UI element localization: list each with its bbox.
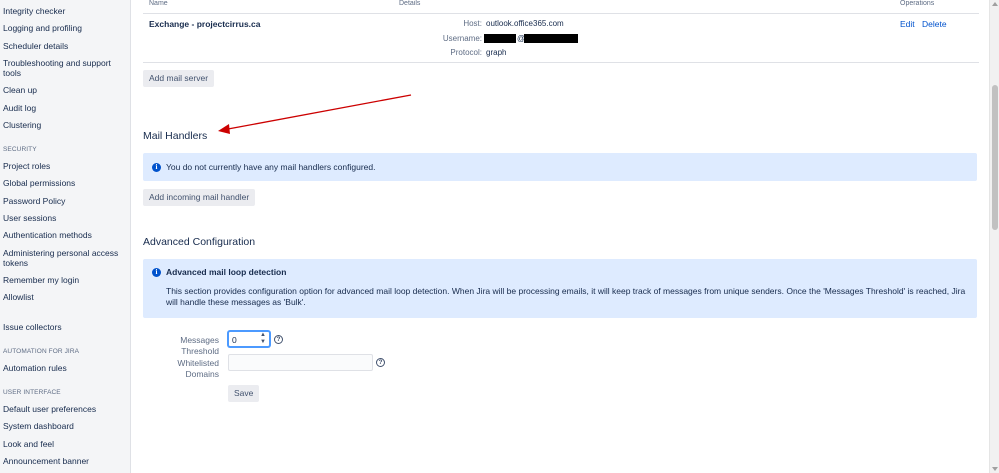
sidebar-heading-security: SECURITY <box>3 146 37 153</box>
sidebar-item-user-sessions[interactable]: User sessions <box>3 213 123 223</box>
page-scrollbar[interactable] <box>989 0 999 473</box>
admin-sidebar: Integrity checker Logging and profiling … <box>0 0 131 473</box>
stepper-arrows-icon[interactable]: ▲ ▼ <box>260 332 266 346</box>
sidebar-item-automation-rules[interactable]: Automation rules <box>3 363 123 373</box>
save-button[interactable]: Save <box>228 385 260 402</box>
info-icon: i <box>152 163 161 172</box>
sidebar-heading-user-interface: USER INTERFACE <box>3 389 61 396</box>
sidebar-item-clustering[interactable]: Clustering <box>3 120 123 130</box>
messages-threshold-stepper[interactable]: 0 ▲ ▼ <box>228 331 270 347</box>
sidebar-item-personal-access-tokens[interactable]: Administering personal access tokens <box>3 248 123 268</box>
sidebar-item-global-permissions[interactable]: Global permissions <box>3 178 123 188</box>
add-incoming-mail-handler-button[interactable]: Add incoming mail handler <box>143 189 256 206</box>
whitelisted-domains-label: Whitelisted Domains <box>177 358 219 379</box>
sidebar-item-integrity-checker[interactable]: Integrity checker <box>3 6 123 16</box>
mail-handlers-info-message: i You do not currently have any mail han… <box>143 153 977 181</box>
sidebar-item-troubleshooting[interactable]: Troubleshooting and support tools <box>3 58 123 78</box>
threshold-value: 0 <box>232 335 237 345</box>
edit-link[interactable]: Edit <box>900 19 915 29</box>
sidebar-item-default-user-preferences[interactable]: Default user preferences <box>3 404 123 414</box>
protocol-value: graph <box>486 48 507 57</box>
mail-loop-description: This section provides configuration opti… <box>166 286 966 307</box>
add-mail-server-button[interactable]: Add mail server <box>143 70 215 87</box>
host-value: outlook.office365.com <box>486 19 564 28</box>
sidebar-item-look-and-feel[interactable]: Look and feel <box>3 439 123 449</box>
scroll-up-icon[interactable] <box>992 2 998 6</box>
mail-loop-title: Advanced mail loop detection <box>166 267 287 277</box>
main-content: Name Details Operations Exchange - proje… <box>132 0 989 473</box>
mail-handlers-title: Mail Handlers <box>143 130 208 142</box>
sidebar-item-clean-up[interactable]: Clean up <box>3 85 123 95</box>
table-row-divider <box>143 62 979 63</box>
sidebar-item-scheduler-details[interactable]: Scheduler details <box>3 41 123 51</box>
sidebar-item-allowlist[interactable]: Allowlist <box>3 292 123 302</box>
sidebar-item-announcement-banner[interactable]: Announcement banner <box>3 456 123 466</box>
sidebar-item-remember-my-login[interactable]: Remember my login <box>3 275 123 285</box>
mail-loop-info-box: i Advanced mail loop detection This sect… <box>143 259 977 318</box>
info-message-text: You do not currently have any mail handl… <box>166 162 376 172</box>
scrollbar-thumb[interactable] <box>992 85 998 230</box>
redacted-username-part <box>484 34 516 43</box>
messages-threshold-label: Messages Threshold <box>180 335 219 356</box>
sidebar-item-logging-profiling[interactable]: Logging and profiling <box>3 23 123 33</box>
column-header-name: Name <box>149 0 168 7</box>
whitelisted-domains-input[interactable] <box>228 354 373 371</box>
delete-link[interactable]: Delete <box>922 19 947 29</box>
sidebar-item-issue-collectors[interactable]: Issue collectors <box>3 322 123 332</box>
info-icon: i <box>152 268 161 277</box>
sidebar-heading-automation: AUTOMATION FOR JIRA <box>3 348 80 355</box>
protocol-label: Protocol: <box>450 48 482 57</box>
sidebar-item-password-policy[interactable]: Password Policy <box>3 196 123 206</box>
domains-help-icon[interactable]: ? <box>376 358 385 367</box>
host-label: Host: <box>463 19 482 28</box>
sidebar-item-audit-log[interactable]: Audit log <box>3 103 123 113</box>
column-header-details: Details <box>399 0 421 7</box>
sidebar-item-project-roles[interactable]: Project roles <box>3 161 123 171</box>
username-label: Username: <box>442 34 482 43</box>
sidebar-item-system-dashboard[interactable]: System dashboard <box>3 421 123 431</box>
redacted-domain-part <box>524 34 578 43</box>
table-header-divider <box>143 13 979 14</box>
advanced-config-title: Advanced Configuration <box>143 236 256 248</box>
column-header-operations: Operations <box>900 0 935 7</box>
sidebar-item-authentication-methods[interactable]: Authentication methods <box>3 230 123 240</box>
mail-server-name: Exchange - projectcirrus.ca <box>149 19 261 29</box>
scroll-down-icon[interactable] <box>992 467 998 471</box>
threshold-help-icon[interactable]: ? <box>274 335 283 344</box>
